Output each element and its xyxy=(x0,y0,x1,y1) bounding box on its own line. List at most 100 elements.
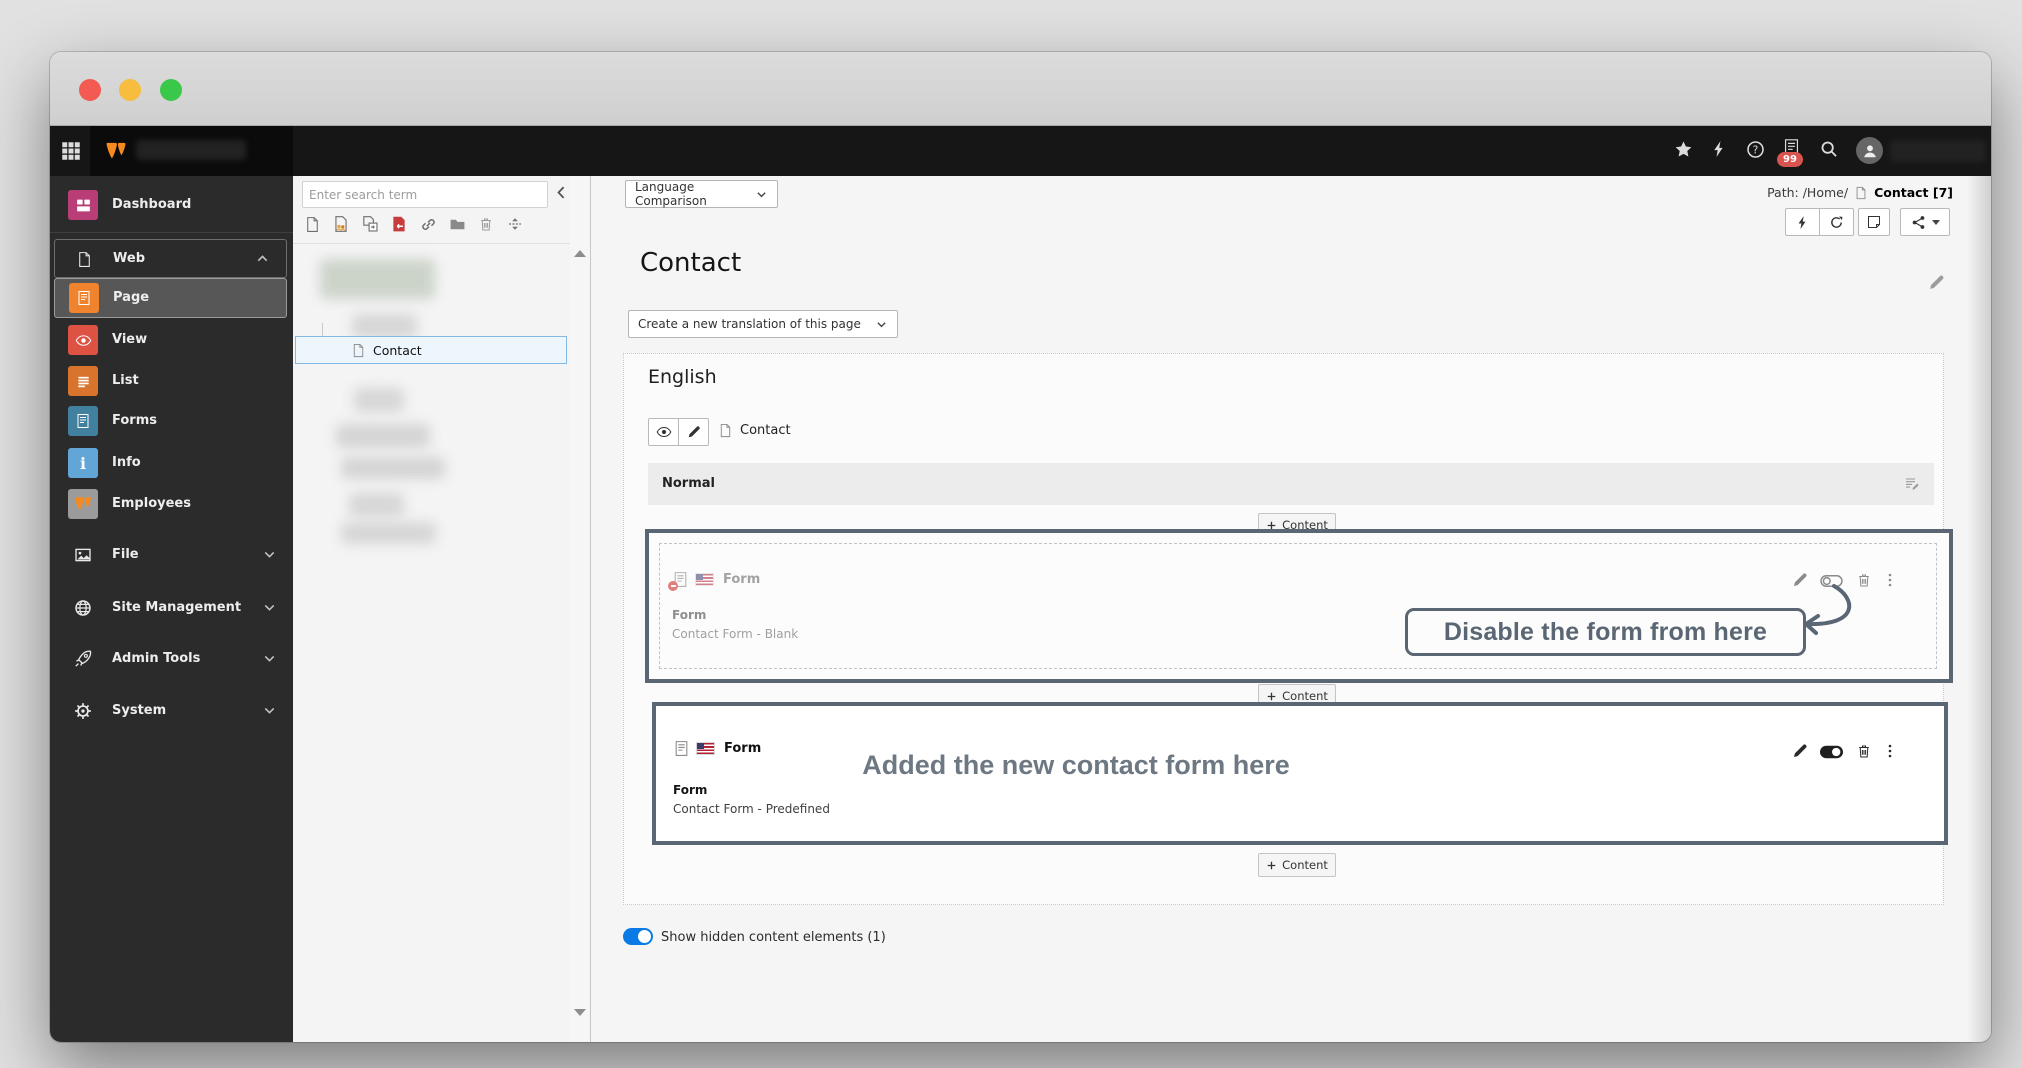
folder-icon[interactable] xyxy=(446,213,468,235)
file-image-icon xyxy=(68,540,98,570)
sidebar-item-file[interactable]: File xyxy=(50,535,293,575)
page-doc-icon xyxy=(351,343,366,358)
enable-toggle-on-icon[interactable] xyxy=(1820,745,1843,759)
breadcrumb: Path: /Home/ Contact [7] xyxy=(1767,185,1953,200)
language-heading: English xyxy=(648,366,717,388)
us-flag-icon xyxy=(696,574,713,585)
edit-page-title-pencil-icon[interactable] xyxy=(1928,274,1945,291)
show-hidden-label: Show hidden content elements (1) xyxy=(661,930,886,945)
close-window-button[interactable] xyxy=(79,79,101,101)
share-button[interactable] xyxy=(1900,208,1950,236)
scroll-down-arrow-icon[interactable] xyxy=(574,1009,586,1016)
annotation-added-text: Added the new contact form here xyxy=(862,750,1290,780)
sidebar-item-list[interactable]: List xyxy=(50,361,293,401)
page-doc-icon xyxy=(718,423,733,438)
username-redacted xyxy=(1890,140,1986,162)
chevron-down-icon xyxy=(262,651,277,666)
show-hidden-toggle[interactable] xyxy=(623,928,653,945)
delete-element-trash-icon[interactable] xyxy=(1856,743,1872,759)
new-link-page-icon[interactable] xyxy=(388,213,410,235)
new-page-users-icon[interactable] xyxy=(330,213,352,235)
page-tree-search-input[interactable] xyxy=(302,181,548,208)
page-tree-panel: Contact xyxy=(293,176,570,1042)
clear-cache-bolt-icon[interactable] xyxy=(1706,136,1732,162)
sidebar-item-label: File xyxy=(112,547,139,562)
search-icon[interactable] xyxy=(1816,136,1842,162)
minimize-window-button[interactable] xyxy=(119,79,141,101)
edit-column-icon[interactable] xyxy=(1904,476,1920,492)
sidebar-item-label: Forms xyxy=(112,413,157,428)
redacted-tree-item xyxy=(320,259,435,299)
element-header: Form xyxy=(673,740,761,757)
trash-icon[interactable] xyxy=(475,213,497,235)
web-doc-icon xyxy=(69,244,99,274)
sidebar-item-label: System xyxy=(112,703,167,718)
topbar-brand-area xyxy=(90,126,293,176)
redacted-tree-item xyxy=(336,424,430,448)
page-reference: Contact [7] xyxy=(1874,185,1953,200)
page-module-icon xyxy=(69,283,99,313)
macos-window: 99 Dashboard Web Page View List Forms i … xyxy=(50,52,1991,1042)
add-content-button[interactable]: Content xyxy=(1258,853,1336,877)
bookmarks-star-icon[interactable] xyxy=(1670,136,1696,162)
edit-page-pencil-button[interactable] xyxy=(679,418,709,446)
toggle-knob xyxy=(638,930,651,943)
create-translation-label: Create a new translation of this page xyxy=(638,317,861,331)
view-page-notes-button[interactable] xyxy=(1858,208,1890,236)
sitename-redacted xyxy=(136,140,246,160)
scroll-up-arrow-icon[interactable] xyxy=(574,250,586,257)
modules-grid-icon[interactable] xyxy=(58,138,84,164)
sidebar-item-web[interactable]: Web xyxy=(54,239,287,278)
caret-down-icon xyxy=(1931,219,1940,225)
column-label: Normal xyxy=(662,476,715,491)
view-eye-icon xyxy=(68,325,98,355)
sidebar-item-info[interactable]: i Info xyxy=(50,443,293,483)
sidebar-item-label: List xyxy=(112,373,139,388)
sidebar-item-view[interactable]: View xyxy=(50,320,293,360)
form-content-icon xyxy=(673,740,690,757)
hidden-minus-badge-icon xyxy=(668,581,678,591)
typo3-topbar: 99 xyxy=(50,126,1991,176)
chevron-down-icon xyxy=(262,703,277,718)
typo3-logo-icon xyxy=(104,139,128,163)
page-doc-label: Contact xyxy=(740,423,791,438)
chevron-down-icon xyxy=(755,188,768,201)
collapse-tree-icon[interactable] xyxy=(553,184,570,201)
sidebar-item-admin-tools[interactable]: Admin Tools xyxy=(50,639,293,679)
screenshot-stage: 99 Dashboard Web Page View List Forms i … xyxy=(0,0,2022,1068)
form-content-icon xyxy=(668,571,689,591)
redacted-tree-item xyxy=(341,457,445,479)
help-icon[interactable] xyxy=(1742,136,1768,162)
element-field-label: Form xyxy=(673,783,708,797)
sidebar-item-label: Site Management xyxy=(112,600,242,615)
sidebar-item-site-management[interactable]: Site Management xyxy=(50,588,293,628)
sidebar-item-page[interactable]: Page xyxy=(54,278,287,318)
us-flag-icon xyxy=(697,743,714,754)
zoom-window-button[interactable] xyxy=(160,79,182,101)
edit-element-pencil-icon[interactable] xyxy=(1792,743,1808,759)
new-page-icon[interactable] xyxy=(301,213,323,235)
sidebar-item-dashboard[interactable]: Dashboard xyxy=(50,185,293,225)
view-page-eye-button[interactable] xyxy=(648,418,679,446)
info-icon: i xyxy=(68,448,98,478)
clear-cache-button[interactable] xyxy=(1785,208,1820,236)
element-header-label: Form xyxy=(723,572,761,587)
filter-divider-icon[interactable] xyxy=(504,213,526,235)
sidebar-divider xyxy=(50,232,293,233)
link-icon[interactable] xyxy=(417,213,439,235)
sidebar-item-employees[interactable]: Employees xyxy=(50,484,293,524)
language-comparison-select[interactable]: Language Comparison xyxy=(625,180,778,208)
sidebar-item-label: View xyxy=(112,332,148,347)
refresh-button[interactable] xyxy=(1820,208,1854,236)
new-shortcut-page-icon[interactable] xyxy=(359,213,381,235)
sidebar-item-label: Page xyxy=(113,290,150,305)
create-translation-select[interactable]: Create a new translation of this page xyxy=(628,310,898,338)
element-header: Form xyxy=(668,571,761,591)
element-more-options-icon[interactable] xyxy=(1882,743,1898,759)
user-avatar[interactable] xyxy=(1856,137,1883,164)
add-content-label: Content xyxy=(1282,689,1328,703)
tree-scrollbar[interactable] xyxy=(570,176,591,1042)
tree-item-contact[interactable]: Contact xyxy=(295,336,567,364)
sidebar-item-forms[interactable]: Forms xyxy=(50,401,293,441)
sidebar-item-system[interactable]: System xyxy=(50,691,293,731)
